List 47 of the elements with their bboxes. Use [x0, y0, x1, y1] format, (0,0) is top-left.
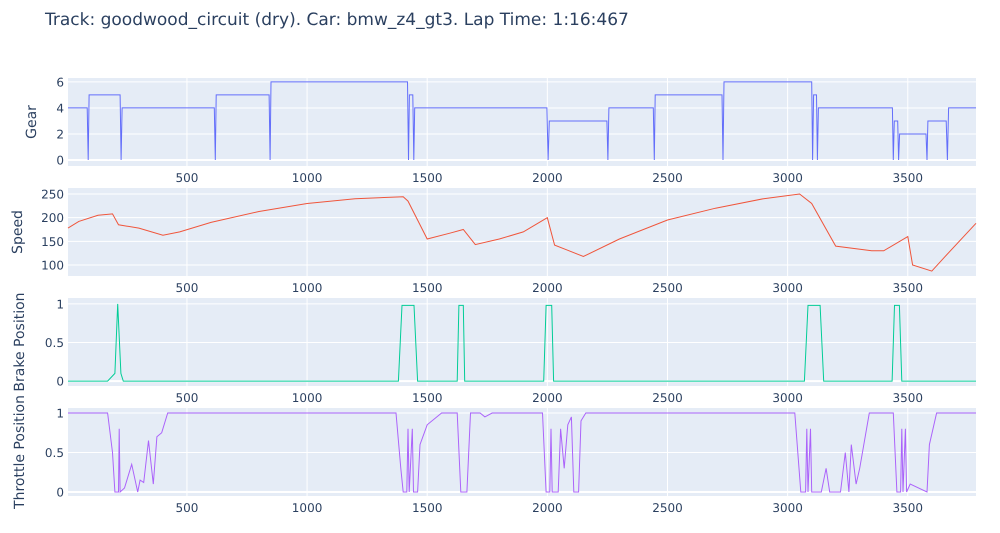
tick-label: 100: [41, 258, 64, 272]
tick-label: 0: [56, 374, 64, 389]
tick-label: 1500: [412, 501, 442, 515]
tick-label: 3000: [772, 501, 803, 515]
page-title: Track: goodwood_circuit (dry). Car: bmw_z4_gt3. Lap Time: 1:16:467: [45, 10, 629, 30]
tick-label: 0.5: [44, 446, 64, 460]
axis-title: Speed: [10, 210, 26, 254]
tick-label: 2: [56, 127, 64, 142]
tick-label: 1000: [292, 391, 322, 405]
tick-label: 1000: [292, 501, 322, 515]
tick-label: 500: [175, 391, 198, 405]
tick-label: 0: [56, 485, 64, 500]
tick-label: 200: [41, 211, 64, 226]
axis-title: Throttle Position: [12, 395, 28, 509]
tick-label: 1: [56, 406, 64, 420]
tick-label: 250: [41, 188, 64, 202]
tick-label: 3500: [892, 281, 924, 295]
tick-label: 1000: [292, 171, 322, 185]
tick-label: 3500: [892, 171, 924, 185]
tick-label: 2000: [532, 501, 563, 515]
tick-label: 500: [175, 281, 198, 295]
tick-label: 1: [56, 297, 64, 312]
tick-label: 0.5: [44, 336, 64, 350]
tick-label: 2500: [652, 281, 683, 295]
tick-label: 3500: [892, 501, 924, 515]
tick-label: 2000: [532, 171, 563, 185]
tick-label: 3500: [892, 391, 924, 405]
tick-label: 6: [56, 75, 64, 90]
tick-label: 1500: [412, 171, 442, 185]
tick-label: 1500: [412, 281, 442, 295]
axis-title: Gear: [24, 105, 40, 139]
tick-label: 0: [56, 154, 64, 168]
tick-label: 1500: [412, 391, 442, 405]
tick-label: 500: [175, 171, 198, 185]
tick-label: 4: [56, 101, 64, 116]
tick-label: 3000: [772, 281, 803, 295]
tick-label: 2000: [532, 391, 563, 405]
tick-label: 2500: [652, 171, 683, 185]
tick-label: 500: [175, 501, 198, 515]
tick-label: 2500: [652, 391, 683, 405]
tick-label: 150: [41, 234, 64, 249]
tick-label: 3000: [772, 391, 803, 405]
tick-label: 3000: [772, 171, 803, 185]
axis-title: Brake Position: [12, 292, 28, 392]
tick-label: 2000: [532, 281, 563, 295]
tick-label: 2500: [652, 501, 683, 515]
tick-label: 1000: [292, 281, 322, 295]
